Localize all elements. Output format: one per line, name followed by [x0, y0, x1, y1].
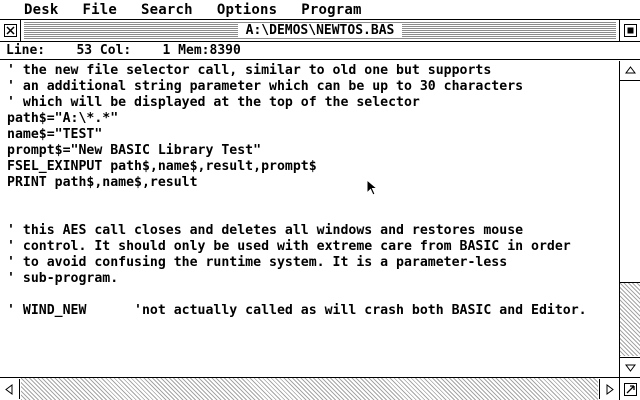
window-title-bar[interactable]: A:\DEMOS\NEWTOS.BAS — [0, 20, 640, 42]
code-line: ' which will be displayed at the top of … — [7, 95, 420, 110]
horizontal-scroll-track[interactable] — [21, 378, 598, 400]
code-line: FSEL_EXINPUT path$,name$,result,prompt$ — [7, 159, 317, 174]
text-area[interactable]: ' the new file selector call, similar to… — [0, 61, 619, 377]
code-line: path$="A:\*.*" — [7, 111, 119, 126]
vertical-scrollbar[interactable] — [619, 61, 640, 377]
arrow-down-icon[interactable] — [620, 357, 640, 377]
code-line: PRINT path$,name$,result — [7, 175, 198, 190]
arrow-up-icon[interactable] — [620, 61, 640, 81]
code-line: ' WIND_NEW 'not actually called as will … — [7, 303, 587, 318]
code-line: ' an additional string parameter which c… — [7, 79, 524, 94]
arrow-right-icon[interactable] — [599, 379, 619, 399]
menu-options[interactable]: Options — [217, 2, 277, 18]
menu-bar: Desk File Search Options Program — [0, 0, 640, 20]
code-line: ' the new file selector call, similar to… — [7, 63, 492, 78]
full-box-icon[interactable] — [619, 20, 640, 41]
code-line: ' control. It should only be used with e… — [7, 239, 571, 254]
vertical-scroll-thumb[interactable] — [620, 82, 640, 283]
code-line: ' to avoid confusing the runtime system.… — [7, 255, 508, 270]
menu-search[interactable]: Search — [141, 2, 193, 18]
code-line: name$="TEST" — [7, 127, 103, 142]
close-box-icon[interactable] — [0, 20, 21, 41]
mouse-pointer-icon — [366, 178, 379, 201]
menu-file[interactable]: File — [83, 2, 118, 18]
menu-desk[interactable]: Desk — [24, 2, 59, 18]
editor-window: A:\DEMOS\NEWTOS.BAS Line: 53 Col: 1 Mem:… — [0, 20, 640, 400]
arrow-left-icon[interactable] — [0, 379, 20, 399]
menu-program[interactable]: Program — [301, 2, 361, 18]
size-box-icon[interactable] — [619, 378, 640, 400]
horizontal-scrollbar[interactable] — [0, 377, 640, 400]
code-line: ' this AES call closes and deletes all w… — [7, 223, 524, 238]
window-title: A:\DEMOS\NEWTOS.BAS — [237, 23, 403, 38]
code-line: prompt$="New BASIC Library Test" — [7, 143, 262, 158]
code-line: ' sub-program. — [7, 271, 119, 286]
info-line: Line: 53 Col: 1 Mem:8390 — [0, 42, 640, 60]
